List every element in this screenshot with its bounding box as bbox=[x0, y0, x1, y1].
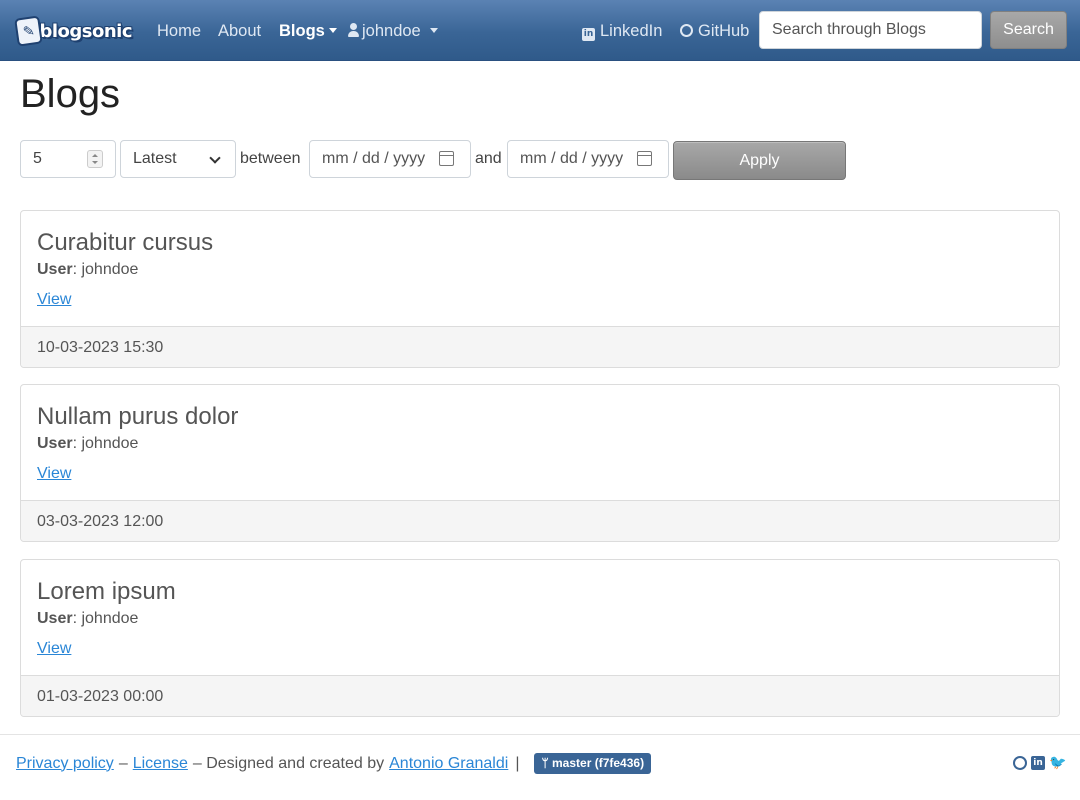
chevron-down-icon bbox=[209, 152, 221, 164]
github-icon[interactable] bbox=[1013, 756, 1027, 770]
blog-title: Lorem ipsum bbox=[37, 578, 176, 605]
blog-date: 03-03-2023 12:00 bbox=[37, 513, 164, 530]
between-label: between bbox=[240, 150, 301, 167]
view-link[interactable]: View bbox=[37, 290, 71, 310]
apply-button[interactable]: Apply bbox=[673, 141, 846, 180]
privacy-policy-link[interactable]: Privacy policy bbox=[16, 754, 114, 774]
nav-linkedin-label: LinkedIn bbox=[600, 22, 663, 40]
blog-user: User: johndoe bbox=[37, 609, 138, 629]
user-label: User bbox=[37, 261, 73, 278]
user-icon bbox=[348, 23, 359, 37]
user-label: User bbox=[37, 610, 73, 627]
card-footer: 10-03-2023 15:30 bbox=[21, 326, 1059, 367]
brand-name: blogsonic bbox=[39, 20, 132, 42]
footer-pipe: | bbox=[515, 754, 520, 772]
date-to-placeholder: mm / dd / yyyy bbox=[520, 150, 624, 167]
calendar-icon[interactable] bbox=[439, 151, 454, 166]
nav-github-label: GitHub bbox=[698, 22, 750, 40]
date-from-input[interactable]: mm / dd / yyyy bbox=[309, 140, 471, 178]
blog-card: Curabitur cursus User: johndoe View 10-0… bbox=[20, 210, 1060, 368]
search-button[interactable]: Search bbox=[990, 11, 1067, 49]
nav-linkedin[interactable]: in LinkedIn bbox=[582, 20, 662, 42]
branch-label: master (f7fe436) bbox=[552, 756, 645, 770]
nav-user-dropdown[interactable]: johndoe bbox=[348, 20, 438, 42]
github-icon bbox=[680, 24, 693, 37]
user-value: : johndoe bbox=[72, 261, 139, 278]
footer: Privacy policy – License – Designed and … bbox=[16, 753, 652, 774]
date-from-placeholder: mm / dd / yyyy bbox=[322, 150, 426, 167]
twitter-icon[interactable]: 🐦 bbox=[1049, 756, 1066, 770]
blog-card: Lorem ipsum User: johndoe View 01-03-202… bbox=[20, 559, 1060, 717]
date-to-input[interactable]: mm / dd / yyyy bbox=[507, 140, 669, 178]
footer-separator: – bbox=[118, 754, 128, 772]
card-footer: 03-03-2023 12:00 bbox=[21, 500, 1059, 541]
user-label: User bbox=[37, 435, 73, 452]
footer-divider bbox=[0, 734, 1080, 735]
nav-github[interactable]: GitHub bbox=[680, 20, 749, 42]
view-link[interactable]: View bbox=[37, 464, 71, 484]
nav-blogs-label: Blogs bbox=[279, 22, 325, 40]
nav-user-label: johndoe bbox=[362, 22, 421, 40]
spinner-icon[interactable] bbox=[87, 150, 103, 168]
order-select[interactable]: Latest bbox=[120, 140, 236, 178]
author-link[interactable]: Antonio Granaldi bbox=[389, 754, 508, 774]
brand-logo[interactable]: ✎ blogsonic bbox=[14, 15, 132, 47]
and-label: and bbox=[475, 150, 502, 167]
navbar: ✎ blogsonic Home About Blogs johndoe in L… bbox=[0, 0, 1080, 61]
blog-title: Nullam purus dolor bbox=[37, 403, 239, 430]
blog-date: 01-03-2023 00:00 bbox=[37, 688, 164, 705]
blog-user: User: johndoe bbox=[37, 434, 138, 454]
calendar-icon[interactable] bbox=[637, 151, 652, 166]
blog-title: Curabitur cursus bbox=[37, 229, 214, 256]
user-value: : johndoe bbox=[72, 610, 139, 627]
blog-user: User: johndoe bbox=[37, 260, 138, 280]
card-footer: 01-03-2023 00:00 bbox=[21, 675, 1059, 716]
order-value: Latest bbox=[133, 150, 177, 167]
count-value: 5 bbox=[33, 150, 42, 167]
blog-logo-icon: ✎ bbox=[14, 15, 44, 47]
footer-credit-text: – Designed and created by bbox=[192, 754, 385, 772]
branch-icon: ᛘ bbox=[541, 756, 553, 770]
page-title: Blogs bbox=[20, 72, 121, 116]
branch-badge[interactable]: ᛘ master (f7fe436) bbox=[534, 753, 652, 774]
user-value: : johndoe bbox=[72, 435, 139, 452]
blog-date: 10-03-2023 15:30 bbox=[37, 339, 164, 356]
count-input[interactable]: 5 bbox=[20, 140, 116, 178]
caret-down-icon bbox=[328, 28, 337, 34]
nav-home[interactable]: Home bbox=[157, 20, 201, 42]
view-link[interactable]: View bbox=[37, 639, 71, 659]
nav-blogs-dropdown[interactable]: Blogs bbox=[279, 20, 337, 42]
search-input[interactable] bbox=[759, 11, 982, 49]
caret-down-icon bbox=[429, 28, 438, 34]
license-link[interactable]: License bbox=[133, 754, 188, 774]
blog-card: Nullam purus dolor User: johndoe View 03… bbox=[20, 384, 1060, 542]
nav-about[interactable]: About bbox=[218, 20, 261, 42]
linkedin-icon: in bbox=[582, 28, 595, 41]
linkedin-icon[interactable]: in bbox=[1031, 756, 1045, 770]
